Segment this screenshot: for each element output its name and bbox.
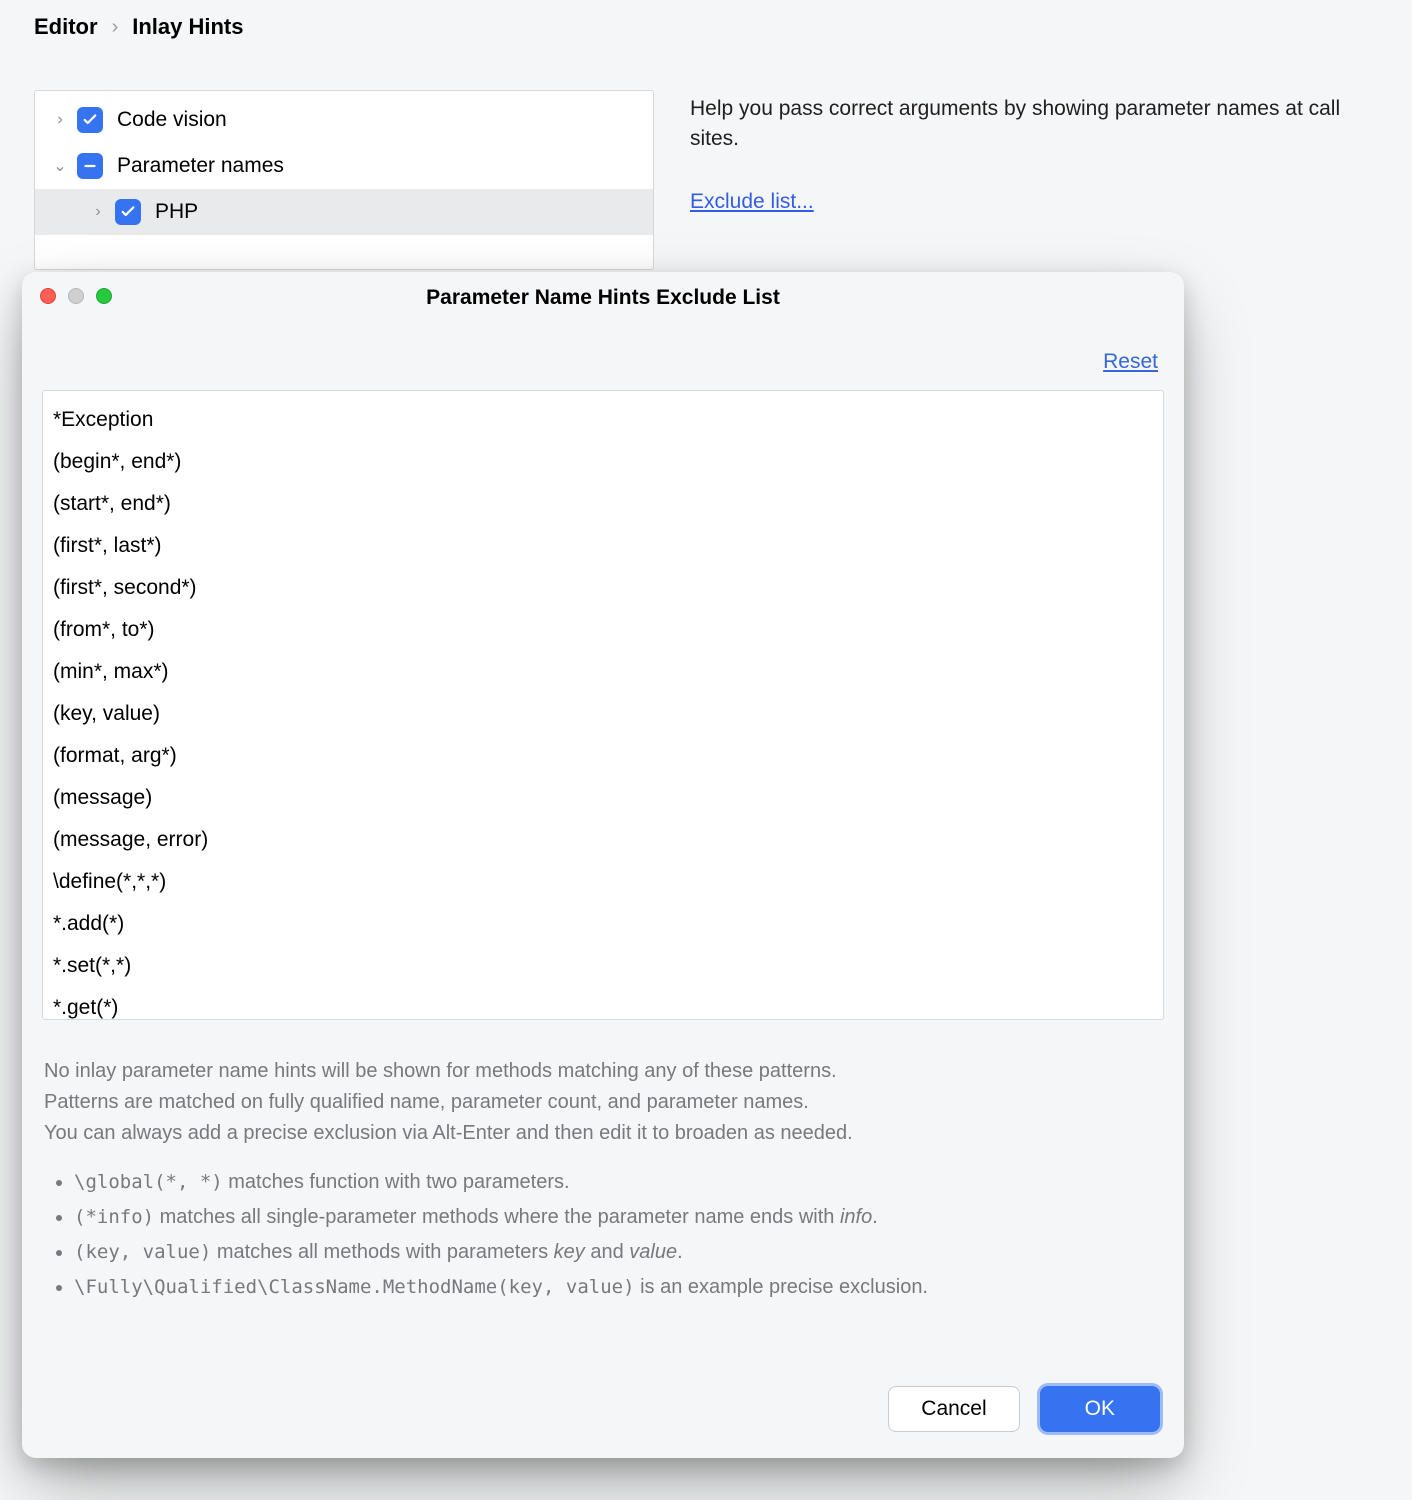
ok-button[interactable]: OK [1040, 1386, 1160, 1432]
hint-bullet: (*info) matches all single-parameter met… [74, 1202, 1162, 1233]
tree-label: PHP [155, 200, 198, 224]
inlay-hints-tree[interactable]: › Code vision ⌄ Parameter names › [34, 90, 654, 270]
dialog-buttons: Cancel OK [22, 1386, 1184, 1458]
chevron-right-icon[interactable]: › [49, 111, 71, 129]
exclude-list-link[interactable]: Exclude list... [690, 187, 814, 217]
settings-page: Editor › Inlay Hints › Code vision ⌄ Par… [34, 14, 1378, 270]
hint-line: You can always add a precise exclusion v… [44, 1118, 1162, 1149]
window-maximize-icon[interactable] [96, 288, 112, 304]
dialog-titlebar: Parameter Name Hints Exclude List [22, 272, 1184, 324]
cancel-button[interactable]: Cancel [888, 1386, 1019, 1432]
window-controls [40, 288, 112, 304]
tree-label: Parameter names [117, 154, 284, 178]
checkbox-checked-icon[interactable] [115, 199, 141, 225]
checkbox-indeterminate-icon[interactable] [77, 153, 103, 179]
exclude-list-dialog: Parameter Name Hints Exclude List Reset … [22, 272, 1184, 1458]
hint-bullet: \global(*, *) matches function with two … [74, 1167, 1162, 1198]
breadcrumb-parent[interactable]: Editor [34, 14, 98, 40]
help-panel: Help you pass correct arguments by showi… [690, 90, 1378, 270]
hint-code: \global(*, *) [74, 1171, 223, 1193]
reset-link[interactable]: Reset [1103, 350, 1158, 374]
hint-code: \Fully\Qualified\ClassName.MethodName(ke… [74, 1276, 635, 1298]
tree-row-code-vision[interactable]: › Code vision [35, 97, 653, 143]
help-text: Help you pass correct arguments by showi… [690, 94, 1378, 155]
window-minimize-icon[interactable] [68, 288, 84, 304]
hint-bullet: (key, value) matches all methods with pa… [74, 1237, 1162, 1268]
breadcrumb: Editor › Inlay Hints [34, 14, 1378, 40]
exclude-patterns-textarea[interactable]: *Exception (begin*, end*) (start*, end*)… [42, 390, 1164, 1020]
breadcrumb-current: Inlay Hints [132, 14, 243, 40]
window-close-icon[interactable] [40, 288, 56, 304]
tree-label: Code vision [117, 108, 227, 132]
dialog-title: Parameter Name Hints Exclude List [426, 286, 780, 310]
hint-code: (*info) [74, 1206, 154, 1228]
tree-row-parameter-names[interactable]: ⌄ Parameter names [35, 143, 653, 189]
breadcrumb-separator: › [112, 16, 119, 39]
hint-code: (key, value) [74, 1241, 211, 1263]
hint-text: No inlay parameter name hints will be sh… [44, 1056, 1162, 1307]
chevron-right-icon[interactable]: › [87, 203, 109, 221]
checkbox-checked-icon[interactable] [77, 107, 103, 133]
tree-row-php[interactable]: › PHP [35, 189, 653, 235]
hint-line: Patterns are matched on fully qualified … [44, 1087, 1162, 1118]
chevron-down-icon[interactable]: ⌄ [49, 156, 71, 176]
hint-line: No inlay parameter name hints will be sh… [44, 1056, 1162, 1087]
hint-bullet: \Fully\Qualified\ClassName.MethodName(ke… [74, 1272, 1162, 1303]
